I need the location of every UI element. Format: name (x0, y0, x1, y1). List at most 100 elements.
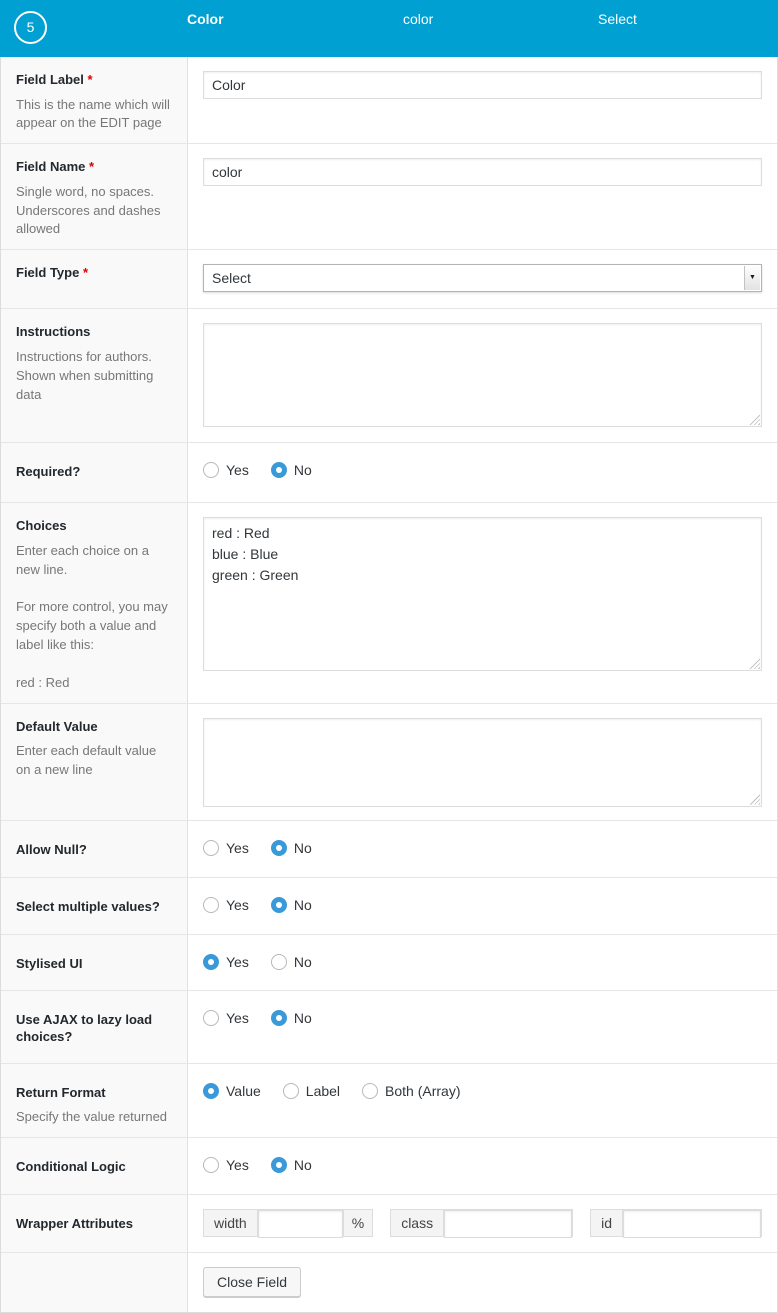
required-no-option[interactable]: No (271, 462, 312, 478)
field-type-selected-value: Select (212, 270, 251, 286)
radio-unchecked-icon (283, 1083, 299, 1099)
instructions-input-cell (188, 309, 777, 442)
instructions-label-cell: Instructions Instructions for authors. S… (1, 309, 188, 442)
field-type-select[interactable]: Select ▼ (203, 264, 762, 292)
field-type-title: Field Type * (16, 264, 172, 282)
field-name-desc: Single word, no spaces. Underscores and … (16, 183, 172, 240)
field-settings: Field Label * This is the name which wil… (0, 57, 778, 1313)
field-label-title: Field Label * (16, 71, 172, 89)
wrapper-id-input[interactable] (623, 1210, 761, 1238)
field-label-input-cell (188, 57, 777, 143)
multiple-options-cell: Yes No (188, 878, 777, 934)
field-editor: 5 Color color Select Field Label * This … (0, 0, 778, 1313)
conditional-logic-label-cell: Conditional Logic (1, 1138, 188, 1194)
multiple-title: Select multiple values? (16, 898, 172, 916)
field-label-label-cell: Field Label * This is the name which wil… (1, 57, 188, 143)
default-value-desc: Enter each default value on a new line (16, 742, 172, 780)
wrapper-class-input[interactable] (444, 1210, 572, 1238)
field-name-input-cell (188, 144, 777, 249)
ajax-yes-option[interactable]: Yes (203, 1010, 249, 1026)
field-label-input[interactable] (203, 71, 762, 99)
radio-unchecked-icon (271, 954, 287, 970)
ajax-radio-group: Yes No (203, 1010, 762, 1026)
stylised-ui-no-option[interactable]: No (271, 954, 312, 970)
wrapper-attributes-label-cell: Wrapper Attributes (1, 1195, 188, 1252)
return-format-desc: Specify the value returned (16, 1108, 172, 1127)
wrapper-width-input[interactable] (258, 1210, 343, 1238)
return-format-value-option[interactable]: Value (203, 1083, 261, 1099)
multiple-label-cell: Select multiple values? (1, 878, 188, 934)
choices-textarea[interactable]: red : Red blue : Blue green : Green (203, 517, 762, 671)
allow-null-label-cell: Allow Null? (1, 821, 188, 877)
return-format-options-cell: Value Label Both (Array) (188, 1064, 777, 1137)
required-yes-option[interactable]: Yes (203, 462, 249, 478)
wrapper-percent-suffix: % (343, 1210, 372, 1236)
required-label-cell: Required? (1, 443, 188, 502)
instructions-textarea[interactable] (203, 323, 762, 427)
conditional-logic-no-option[interactable]: No (271, 1157, 312, 1173)
header-field-label: Color (187, 10, 224, 28)
allow-null-yes-option[interactable]: Yes (203, 840, 249, 856)
row-default-value: Default Value Enter each default value o… (1, 703, 777, 820)
field-label-desc: This is the name which will appear on th… (16, 96, 172, 134)
radio-unchecked-icon (203, 840, 219, 856)
required-options-cell: Yes No (188, 443, 777, 502)
row-field-type: Field Type * Select ▼ (1, 249, 777, 308)
stylised-ui-label-cell: Stylised UI (1, 935, 188, 990)
conditional-logic-title: Conditional Logic (16, 1158, 172, 1176)
choices-title: Choices (16, 517, 172, 535)
close-field-button[interactable]: Close Field (203, 1267, 301, 1297)
wrapper-width-group: width % (203, 1209, 373, 1237)
radio-unchecked-icon (203, 1157, 219, 1173)
field-name-title: Field Name * (16, 158, 172, 176)
row-allow-null: Allow Null? Yes No (1, 820, 777, 877)
close-field-button-cell: Close Field (188, 1253, 777, 1312)
multiple-yes-option[interactable]: Yes (203, 897, 249, 913)
default-value-input-cell (188, 704, 777, 820)
wrapper-id-group: id (590, 1209, 762, 1237)
ajax-options-cell: Yes No (188, 991, 777, 1063)
row-stylised-ui: Stylised UI Yes No (1, 934, 777, 990)
radio-unchecked-icon (203, 462, 219, 478)
default-value-textarea[interactable] (203, 718, 762, 807)
field-name-label-cell: Field Name * Single word, no spaces. Und… (1, 144, 188, 249)
return-format-label-option[interactable]: Label (283, 1083, 340, 1099)
choices-desc: Enter each choice on a new line. For mor… (16, 542, 172, 693)
row-choices: Choices Enter each choice on a new line.… (1, 502, 777, 702)
radio-checked-icon (271, 897, 287, 913)
radio-checked-icon (203, 954, 219, 970)
field-name-input[interactable] (203, 158, 762, 186)
required-title: Required? (16, 463, 172, 481)
return-format-both-option[interactable]: Both (Array) (362, 1083, 460, 1099)
conditional-logic-options-cell: Yes No (188, 1138, 777, 1194)
radio-unchecked-icon (203, 1010, 219, 1026)
choices-label-cell: Choices Enter each choice on a new line.… (1, 503, 188, 702)
wrapper-class-group: class (390, 1209, 573, 1237)
required-radio-group: Yes No (203, 462, 762, 478)
radio-checked-icon (271, 462, 287, 478)
wrapper-id-label: id (591, 1210, 623, 1236)
row-close-field: Close Field (1, 1252, 777, 1312)
row-return-format: Return Format Specify the value returned… (1, 1063, 777, 1137)
row-instructions: Instructions Instructions for authors. S… (1, 308, 777, 442)
stylised-ui-radio-group: Yes No (203, 954, 762, 970)
ajax-title: Use AJAX to lazy load choices? (16, 1011, 172, 1046)
default-value-label-cell: Default Value Enter each default value o… (1, 704, 188, 820)
wrapper-attributes-title: Wrapper Attributes (16, 1215, 172, 1233)
return-format-label-cell: Return Format Specify the value returned (1, 1064, 188, 1137)
allow-null-no-option[interactable]: No (271, 840, 312, 856)
stylised-ui-title: Stylised UI (16, 955, 172, 973)
conditional-logic-yes-option[interactable]: Yes (203, 1157, 249, 1173)
select-arrow-icon: ▼ (744, 266, 760, 290)
row-conditional-logic: Conditional Logic Yes No (1, 1137, 777, 1194)
required-mark: * (83, 265, 88, 280)
row-wrapper-attributes: Wrapper Attributes width % class id (1, 1194, 777, 1252)
wrapper-attributes-inputs-cell: width % class id (188, 1195, 777, 1252)
instructions-desc: Instructions for authors. Shown when sub… (16, 348, 172, 405)
instructions-title: Instructions (16, 323, 172, 341)
ajax-no-option[interactable]: No (271, 1010, 312, 1026)
multiple-no-option[interactable]: No (271, 897, 312, 913)
field-header[interactable]: 5 Color color Select (0, 0, 778, 57)
stylised-ui-yes-option[interactable]: Yes (203, 954, 249, 970)
radio-unchecked-icon (203, 897, 219, 913)
